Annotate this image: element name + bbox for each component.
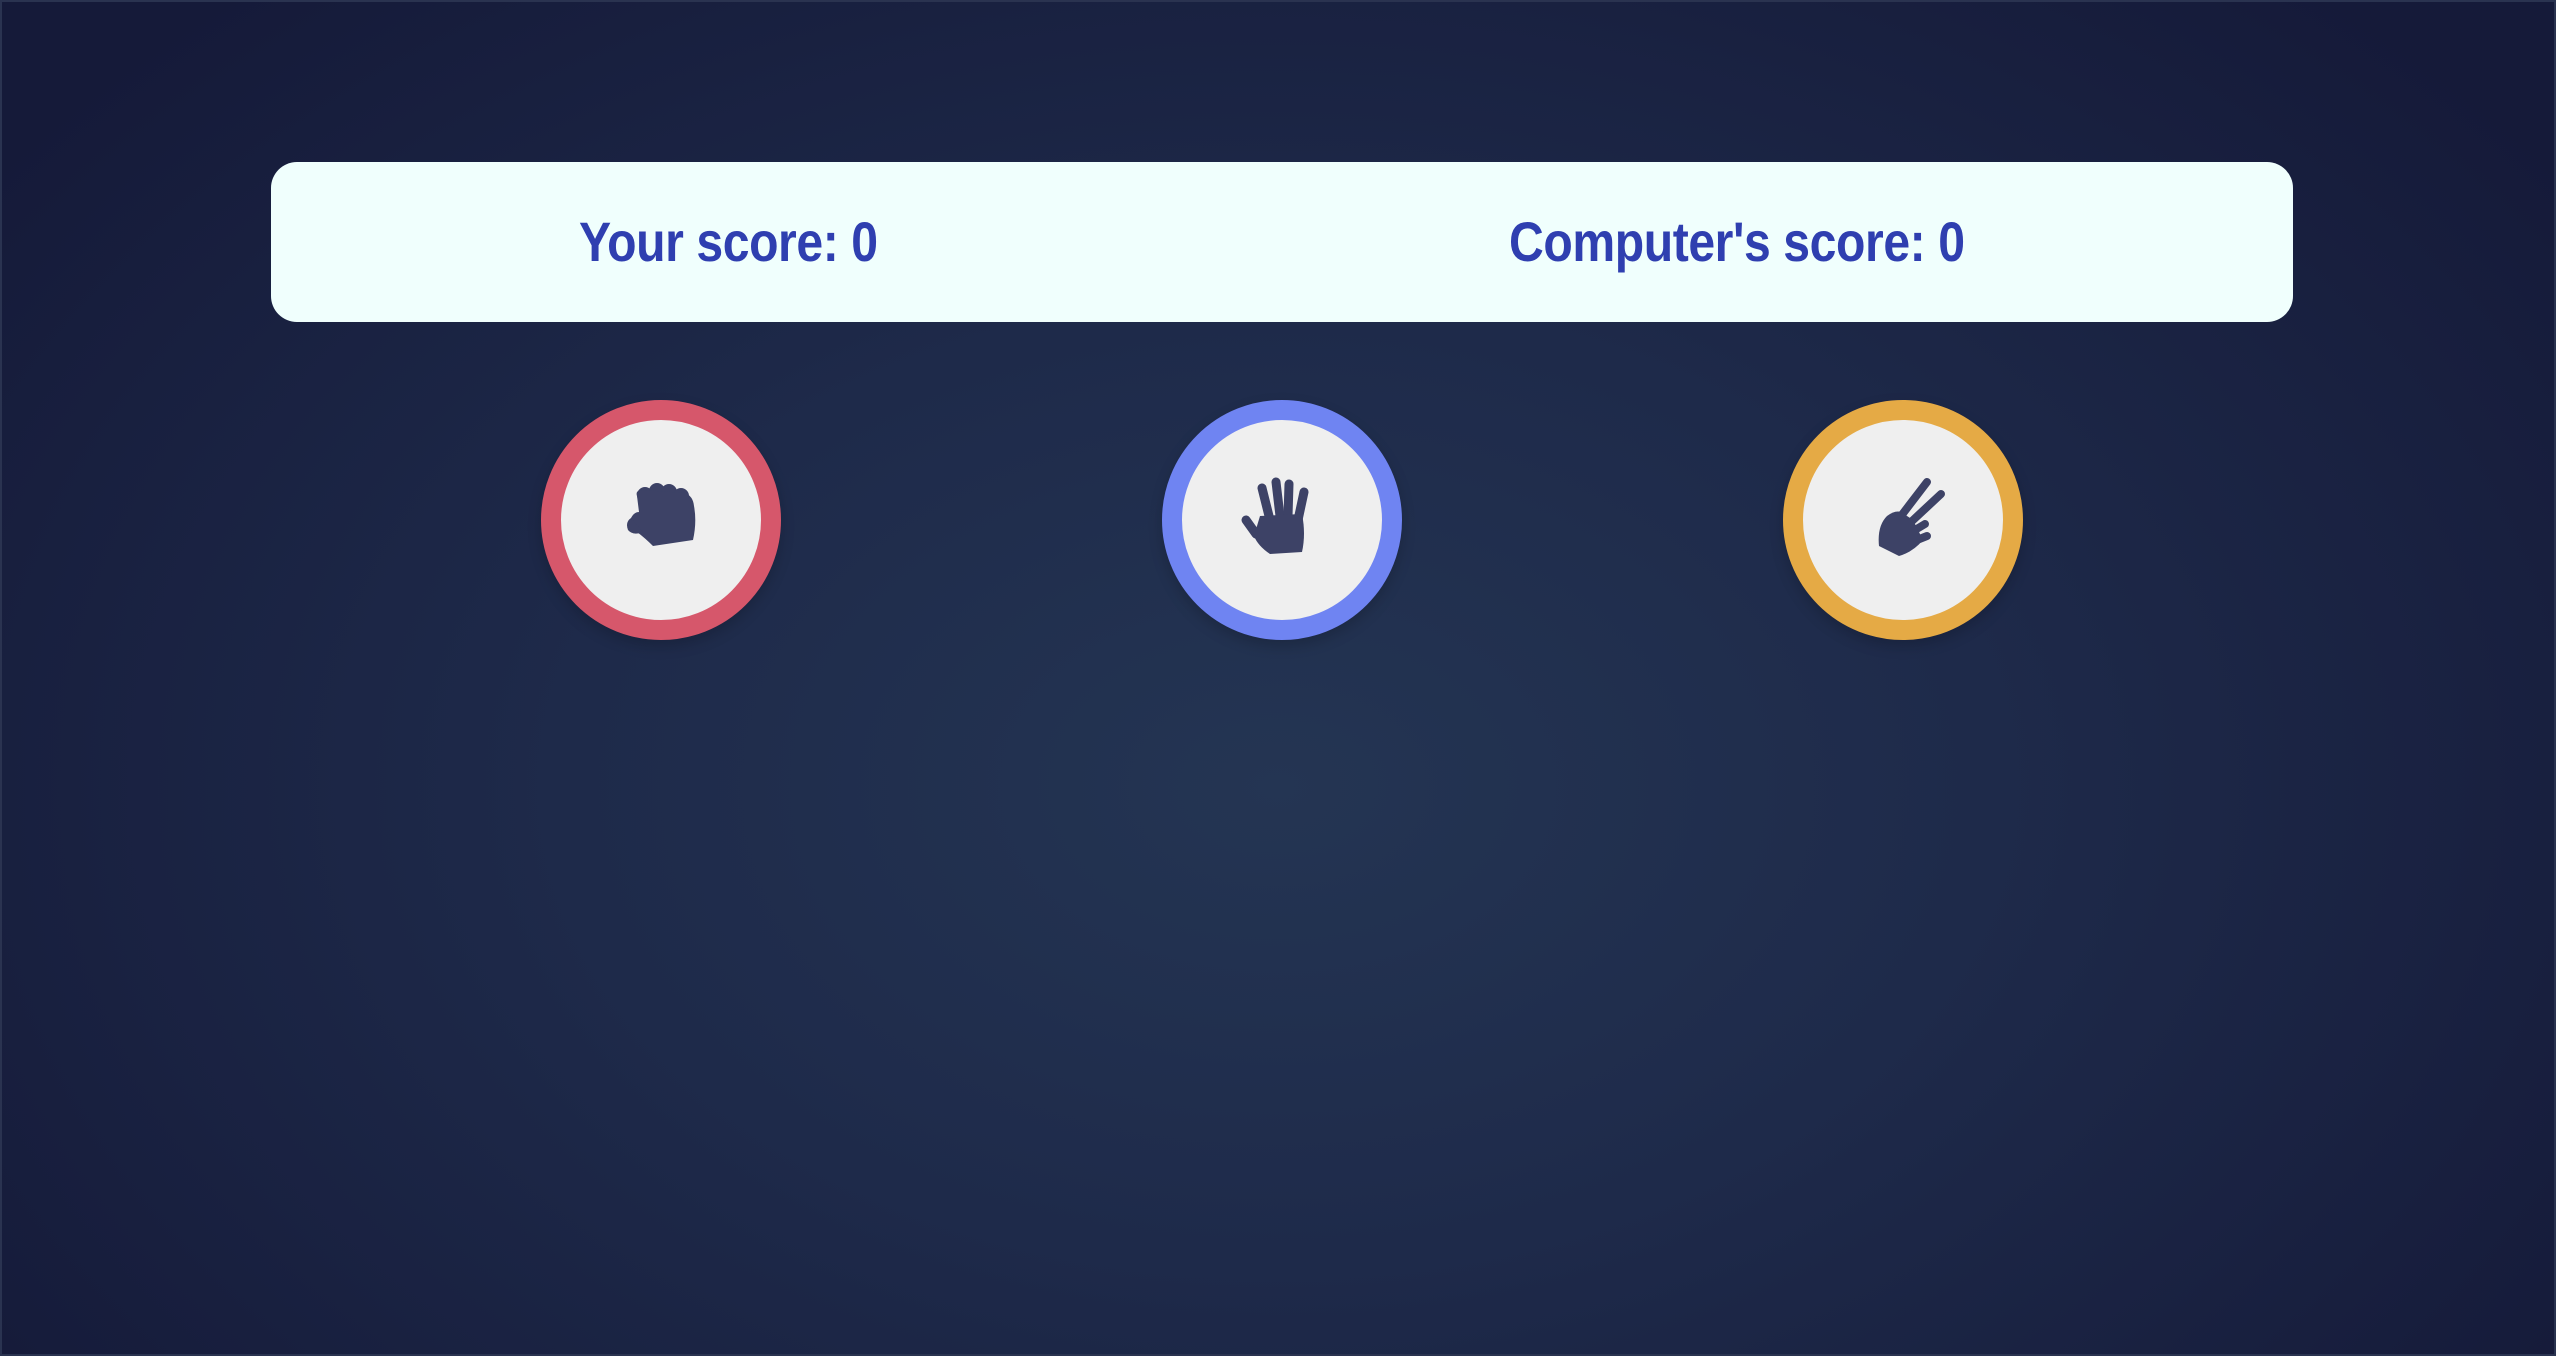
scissors-hand-icon <box>1878 478 1945 556</box>
rock-button[interactable] <box>541 400 781 640</box>
player-score-label: Your score: <box>579 210 839 273</box>
player-score-value: 0 <box>851 210 878 273</box>
player-score: Your score: 0 <box>579 162 878 322</box>
paper-button[interactable] <box>1162 400 1402 640</box>
computer-score-label: Computer's score: <box>1509 210 1926 273</box>
scissors-button[interactable] <box>1783 400 2023 640</box>
computer-score-value: 0 <box>1938 210 1965 273</box>
scoreboard: Your score: 0 Computer's score: 0 <box>271 162 2293 322</box>
rock-hand-icon <box>627 483 696 546</box>
paper-hand-icon <box>1241 477 1309 554</box>
computer-score: Computer's score: 0 <box>1509 162 1965 322</box>
game-page: Your score: 0 Computer's score: 0 <box>0 0 2556 1356</box>
